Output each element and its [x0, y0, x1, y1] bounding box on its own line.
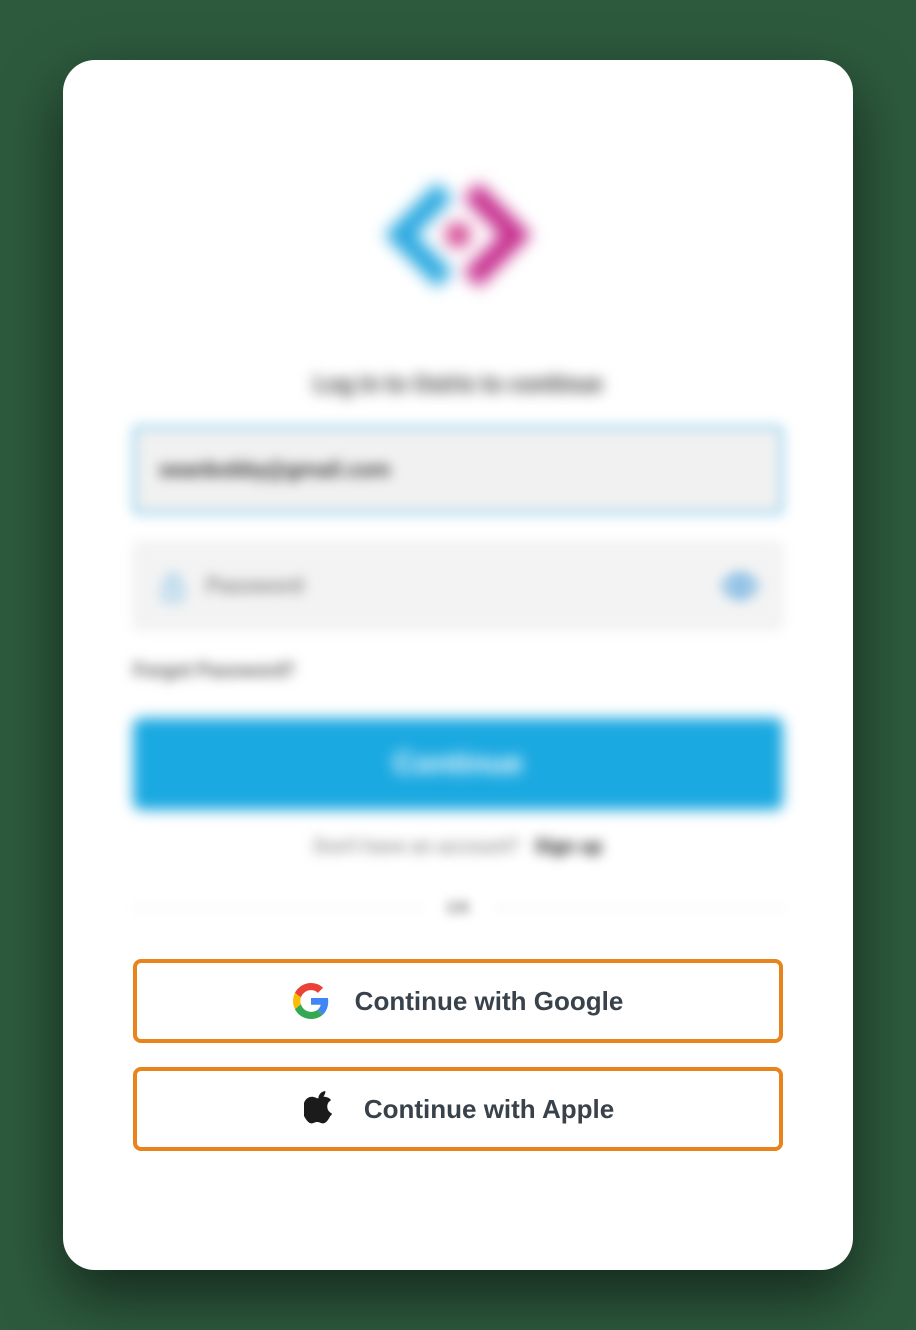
apple-button-label: Continue with Apple: [364, 1094, 614, 1125]
continue-with-apple-button[interactable]: Continue with Apple: [133, 1067, 783, 1151]
signup-prompt: Don't have an account? Sign up: [314, 834, 603, 858]
login-heading: Log in to Osiris to continue: [313, 370, 602, 398]
lock-icon: [158, 569, 188, 603]
password-placeholder: Password: [206, 574, 303, 599]
continue-with-google-button[interactable]: Continue with Google: [133, 959, 783, 1043]
apple-icon: [302, 1091, 338, 1127]
signup-prompt-text: Don't have an account?: [314, 834, 520, 858]
or-divider: OR: [133, 898, 783, 919]
signup-link[interactable]: Sign up: [534, 834, 602, 858]
google-icon: [293, 983, 329, 1019]
forgot-password-link[interactable]: Forgot Password?: [133, 658, 295, 682]
divider-label: OR: [446, 898, 470, 919]
eye-icon[interactable]: [722, 573, 758, 599]
email-field[interactable]: seanbobby@gmail.com: [133, 426, 783, 514]
email-value: seanbobby@gmail.com: [159, 458, 391, 483]
app-logo: [353, 130, 563, 340]
login-card: Log in to Osiris to continue seanbobby@g…: [63, 60, 853, 1270]
continue-button[interactable]: Continue: [133, 718, 783, 810]
password-field[interactable]: Password: [133, 542, 783, 630]
google-button-label: Continue with Google: [355, 986, 624, 1017]
